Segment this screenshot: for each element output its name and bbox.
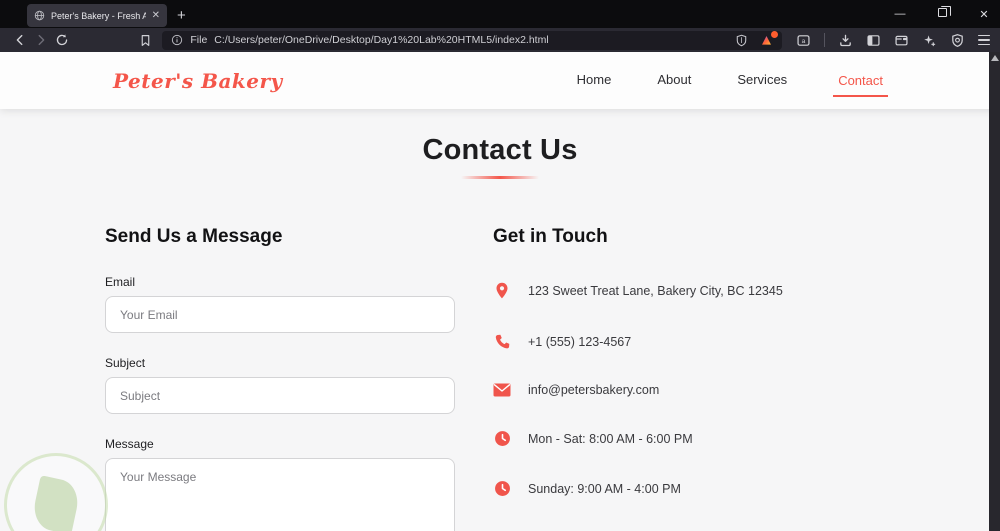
extension-notification-badge [771,30,779,38]
page-title: Contact Us [422,134,578,166]
tracking-shield-icon[interactable] [735,34,748,47]
sidebar-icon[interactable] [866,33,881,48]
nav-link-contact[interactable]: Contact [833,73,888,97]
contact-item-phone: +1 (555) 123-4567 [493,333,905,350]
window-close-button[interactable]: ✕ [976,8,992,21]
email-field[interactable] [105,296,455,333]
wallet-icon[interactable] [894,33,909,48]
reader-a-icon[interactable]: a [796,33,811,48]
envelope-icon [493,383,511,397]
contact-item-email: info@petersbakery.com [493,383,905,397]
contact-heading: Get in Touch [493,226,608,247]
contact-email-text: info@petersbakery.com [528,383,660,397]
contact-item-hours-sunday: Sunday: 9:00 AM - 4:00 PM [493,480,905,497]
window-controls: — ✕ [892,0,992,28]
nav-link-services[interactable]: Services [737,72,787,89]
protections-shield-icon[interactable] [950,33,965,48]
tab-favicon-globe-icon [34,10,45,21]
contact-item-address: 123 Sweet Treat Lane, Bakery City, BC 12… [493,282,905,300]
subject-field[interactable] [105,377,455,414]
site-nav: Home About Services Contact [577,72,888,97]
title-divider [461,176,539,179]
contact-info-section: Get in Touch 123 Sweet Treat Lane, Baker… [493,226,905,531]
toolbar-divider [824,33,826,47]
downloads-icon[interactable] [838,33,853,48]
nav-link-home[interactable]: Home [577,72,612,89]
contact-phone-text: +1 (555) 123-4567 [528,334,632,349]
message-form-section: Send Us a Message Email Subject Message [105,226,455,531]
scrollbar-thumb[interactable] [990,55,999,61]
site-header: Peter's Bakery Home About Services Conta… [0,52,1000,109]
tab-close-icon[interactable]: ✕ [152,10,160,21]
contact-hours-weekdays-text: Mon - Sat: 8:00 AM - 6:00 PM [528,431,693,446]
toolbar-right-icons: a [796,33,991,48]
site-logo[interactable]: Peter's Bakery [113,69,283,93]
forward-icon[interactable] [31,30,52,50]
back-icon[interactable] [10,30,31,50]
form-heading: Send Us a Message [105,226,283,247]
reload-icon[interactable] [51,30,72,50]
site-info-icon[interactable] [171,34,183,46]
browser-toolbar: File C:/Users/peter/OneDrive/Desktop/Day… [0,28,1000,52]
message-label: Message [105,437,154,451]
message-field[interactable] [105,458,455,531]
phone-icon [493,333,511,350]
maximize-button[interactable] [934,6,951,20]
page-viewport: Peter's Bakery Home About Services Conta… [0,52,1000,531]
bookmarks-icon[interactable] [139,34,152,47]
url-text[interactable]: C:/Users/peter/OneDrive/Desktop/Day1%20L… [214,34,728,46]
nav-link-about[interactable]: About [657,72,691,89]
browser-titlebar: Peter's Bakery - Fresh Artisan Bre ✕ + —… [0,0,1000,28]
contact-item-hours-weekdays: Mon - Sat: 8:00 AM - 6:00 PM [493,430,905,447]
menu-icon[interactable] [978,34,991,46]
minimize-button[interactable]: — [892,8,908,20]
email-label: Email [105,275,136,289]
extension-icon[interactable] [760,30,779,47]
url-protocol-label: File [190,34,208,46]
tab-title: Peter's Bakery - Fresh Artisan Bre [51,10,146,21]
address-bar[interactable]: File C:/Users/peter/OneDrive/Desktop/Day… [162,30,783,50]
svg-text:a: a [802,38,806,45]
contact-hours-sunday-text: Sunday: 9:00 AM - 4:00 PM [528,481,681,496]
browser-window: Peter's Bakery - Fresh Artisan Bre ✕ + —… [0,0,1000,531]
clock-icon [493,430,511,447]
ai-sparkle-icon[interactable] [922,33,937,48]
contact-address-text: 123 Sweet Treat Lane, Bakery City, BC 12… [528,284,783,298]
new-tab-button[interactable]: + [177,7,186,24]
leaf-icon [30,475,82,531]
page-main: Contact Us Send Us a Message Email Subje… [0,109,1000,531]
clock-icon [493,480,511,497]
subject-label: Subject [105,356,146,370]
browser-tab[interactable]: Peter's Bakery - Fresh Artisan Bre ✕ [27,4,167,27]
page-scrollbar[interactable] [989,52,1000,531]
location-pin-icon [493,282,511,300]
